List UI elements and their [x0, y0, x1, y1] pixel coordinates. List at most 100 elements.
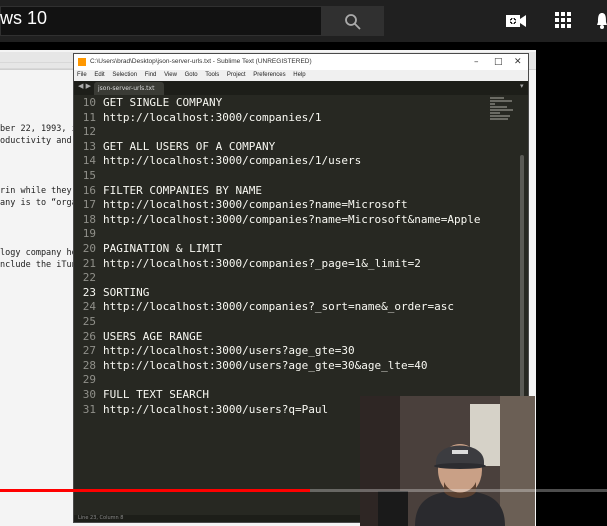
- code-line[interactable]: 24 http://localhost:3000/companies?_sort=…: [74, 300, 474, 315]
- close-icon[interactable]: ✕: [514, 54, 522, 70]
- line-number: 20: [82, 242, 96, 255]
- menu-item-tools[interactable]: Tools: [205, 72, 219, 78]
- search-input[interactable]: [0, 6, 322, 36]
- menu-item-find[interactable]: Find: [145, 72, 157, 78]
- menu-bar: File Edit Selection Find View Goto Tools…: [74, 70, 528, 81]
- youtube-header: ws 10: [0, 0, 607, 42]
- apps-grid-icon[interactable]: [553, 10, 573, 30]
- tab-dropdown-icon[interactable]: ▾: [520, 82, 524, 90]
- code-line[interactable]: 17 http://localhost:3000/companies?name=M…: [74, 198, 474, 213]
- code-text: http://localhost:3000/companies/1: [103, 110, 322, 124]
- scrollbar[interactable]: [520, 155, 524, 405]
- menu-item-project[interactable]: Project: [227, 72, 246, 78]
- code-line[interactable]: 26 USERS AGE RANGE: [74, 330, 474, 345]
- code-line[interactable]: 18 http://localhost:3000/companies?name=M…: [74, 212, 481, 228]
- code-line[interactable]: 11 http://localhost:3000/companies/1: [74, 111, 474, 126]
- search-icon: [345, 14, 361, 30]
- webcam-image: [360, 396, 535, 526]
- code-line[interactable]: 14 http://localhost:3000/companies/1/user…: [74, 154, 474, 169]
- code-text: SORTING: [103, 285, 150, 299]
- window-title: C:\Users\brad\Desktop\json-server-urls.t…: [90, 58, 312, 65]
- line-number: 18: [82, 212, 96, 226]
- line-number: 27: [82, 344, 96, 358]
- doc-text: nclude the iTune: [0, 260, 73, 270]
- code-line[interactable]: 29: [74, 373, 474, 388]
- line-number: 28: [82, 358, 96, 372]
- create-video-icon[interactable]: [505, 10, 527, 32]
- code-text: http://localhost:3000/companies/1/users: [103, 154, 362, 168]
- code-text: FILTER COMPANIES BY NAME: [103, 183, 262, 197]
- code-text: http://localhost:3000/users?age_gte=30: [103, 344, 355, 358]
- line-number: 15: [82, 169, 96, 182]
- menu-item-edit[interactable]: Edit: [94, 72, 104, 78]
- code-line[interactable]: 27 http://localhost:3000/users?age_gte=30: [74, 344, 474, 359]
- line-number: 12: [82, 125, 96, 139]
- line-number: 23: [82, 285, 96, 299]
- menu-item-view[interactable]: View: [164, 72, 177, 78]
- minimap[interactable]: [490, 97, 514, 127]
- code-text: USERS AGE RANGE: [103, 329, 203, 343]
- line-number: 29: [82, 373, 96, 387]
- minimize-icon[interactable]: –: [474, 54, 479, 70]
- line-number: 30: [82, 388, 96, 401]
- code-text: http://localhost:3000/companies?name=Mic…: [103, 212, 481, 226]
- menu-item-file[interactable]: File: [77, 72, 87, 78]
- webcam-overlay: [360, 396, 535, 526]
- code-line[interactable]: 16 FILTER COMPANIES BY NAME: [74, 184, 474, 199]
- code-text: http://localhost:3000/companies?name=Mic…: [103, 198, 408, 212]
- tab-nav-arrows-icon[interactable]: ◀ ▶: [78, 82, 91, 90]
- tab-bar: ◀ ▶ json-server-urls.txt ▾: [74, 81, 528, 95]
- line-number: 21: [82, 256, 96, 270]
- tab-json-server-urls[interactable]: json-server-urls.txt: [94, 82, 164, 95]
- code-text: http://localhost:3000/companies?_page=1&…: [103, 256, 421, 270]
- code-text: PAGINATION & LIMIT: [103, 242, 223, 255]
- code-text: http://localhost:3000/users?age_gte=30&a…: [103, 358, 428, 372]
- menu-item-help[interactable]: Help: [293, 72, 305, 78]
- notifications-icon[interactable]: [597, 10, 607, 32]
- window-titlebar: C:\Users\brad\Desktop\json-server-urls.t…: [74, 54, 528, 70]
- doc-text: rin while they w: [0, 186, 73, 196]
- line-number: 14: [82, 154, 96, 168]
- code-line[interactable]: 25: [74, 315, 474, 330]
- code-line[interactable]: 10 GET SINGLE COMPANY: [74, 96, 474, 111]
- code-text: GET ALL USERS OF A COMPANY: [103, 139, 276, 153]
- code-line[interactable]: 13 GET ALL USERS OF A COMPANY: [74, 140, 474, 155]
- line-number: 26: [82, 329, 96, 343]
- line-number: 19: [82, 227, 96, 241]
- code-text: FULL TEXT SEARCH: [103, 388, 209, 401]
- line-number: 22: [82, 271, 96, 285]
- code-line[interactable]: 20 PAGINATION & LIMIT: [74, 242, 474, 257]
- divider: [0, 68, 73, 69]
- video-player[interactable]: ber 22, 1993, is oductivity and B rin wh…: [0, 42, 607, 526]
- menu-item-preferences[interactable]: Preferences: [253, 72, 285, 78]
- doc-text: any is to “organ: [0, 198, 73, 208]
- sublime-logo-icon: [78, 58, 86, 66]
- code-text: http://localhost:3000/users?q=Paul: [103, 402, 329, 416]
- code-line[interactable]: 12: [74, 125, 474, 140]
- search-button[interactable]: [321, 6, 384, 36]
- menu-item-selection[interactable]: Selection: [112, 72, 137, 78]
- doc-text: oductivity and B: [0, 136, 73, 146]
- code-line[interactable]: 22: [74, 271, 474, 286]
- video-title: ws 10: [0, 8, 48, 28]
- line-number: 10: [82, 96, 96, 109]
- code-line[interactable]: 19: [74, 227, 474, 242]
- code-line[interactable]: 15: [74, 169, 474, 184]
- video-progress-bar[interactable]: [0, 489, 607, 492]
- doc-text: logy company he: [0, 248, 73, 258]
- doc-text: ber 22, 1993, is: [0, 124, 73, 134]
- line-number: 11: [82, 110, 96, 124]
- line-number: 24: [82, 300, 96, 314]
- menu-item-goto[interactable]: Goto: [185, 72, 198, 78]
- line-number: 13: [82, 139, 96, 153]
- code-line[interactable]: 28 http://localhost:3000/users?age_gte=30…: [74, 359, 474, 374]
- line-number: 25: [82, 315, 96, 328]
- divider: [0, 62, 73, 63]
- maximize-icon[interactable]: □: [494, 54, 503, 70]
- code-line[interactable]: 21 http://localhost:3000/companies?_page=…: [74, 257, 474, 272]
- line-number: 16: [82, 183, 96, 197]
- code-line[interactable]: 23 SORTING: [74, 286, 474, 301]
- video-progress-played: [0, 489, 310, 492]
- code-text: GET SINGLE COMPANY: [103, 96, 223, 109]
- line-number: 31: [82, 402, 96, 416]
